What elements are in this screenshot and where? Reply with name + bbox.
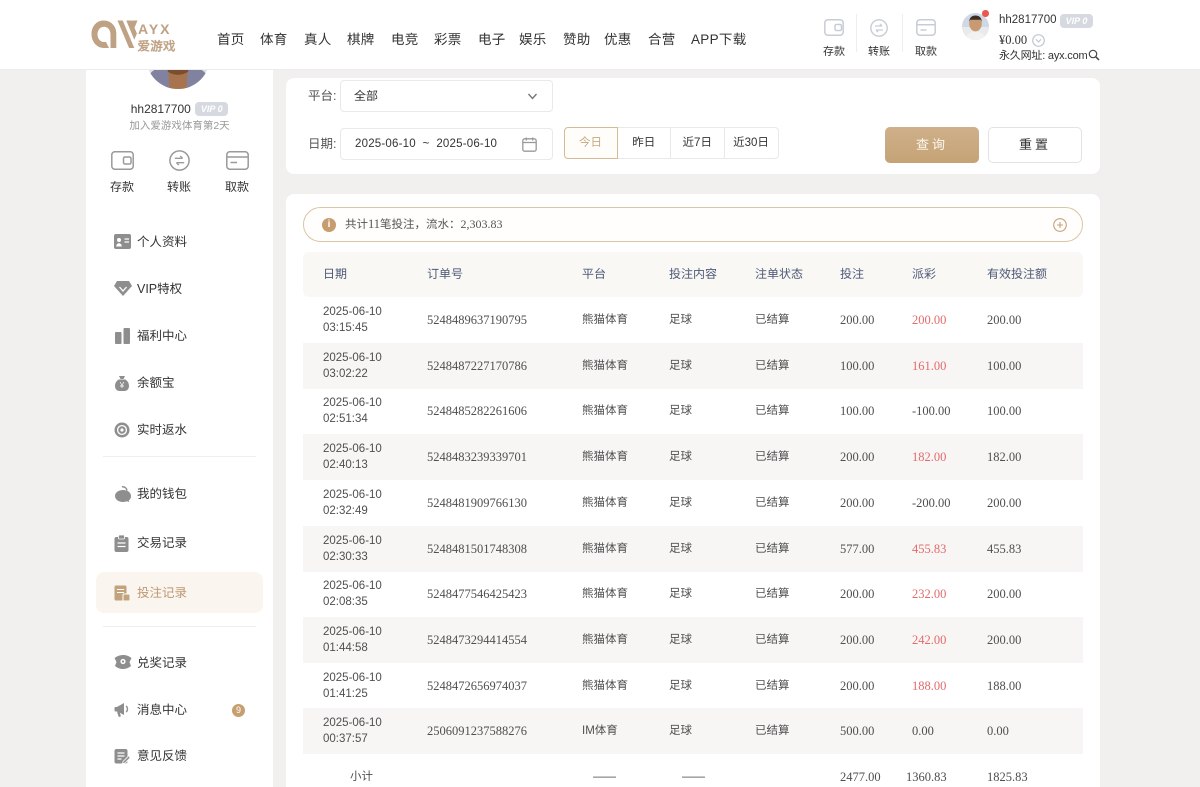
svg-text:爱游戏: 爱游戏	[138, 40, 176, 54]
svg-text:¥: ¥	[119, 381, 125, 390]
svg-text:AYX: AYX	[138, 21, 172, 37]
